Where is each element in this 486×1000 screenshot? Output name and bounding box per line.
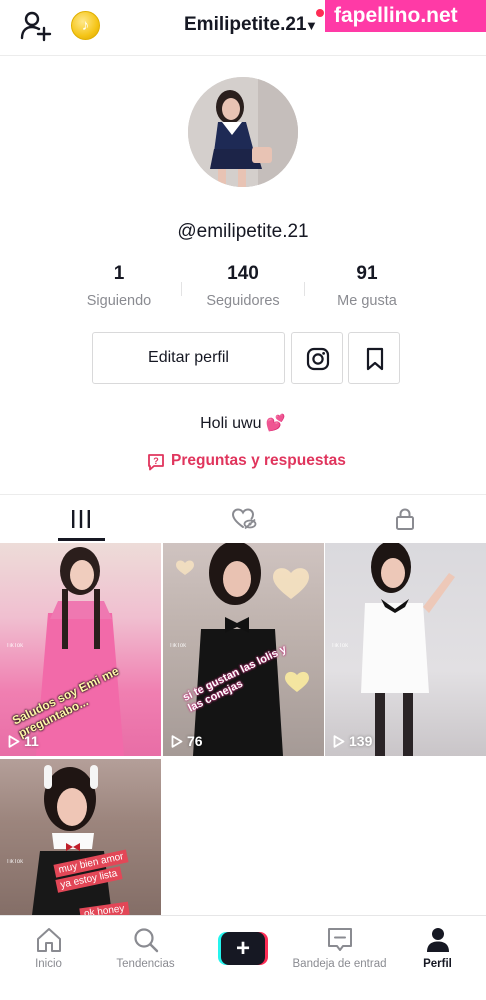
view-count-value: 76 (187, 733, 203, 749)
top-bar: ♪ Emilipetite.21 ▼ fapellino.net (0, 0, 486, 56)
videos-grid-icon (72, 510, 90, 528)
bottom-navigation: Inicio Tendencias + Bandeja de entrad Pe… (0, 915, 486, 1000)
view-count: 11 (8, 733, 39, 749)
stat-likes-value: 91 (356, 263, 378, 284)
view-count: 139 (333, 733, 372, 749)
lock-icon (396, 508, 414, 530)
divider (0, 494, 486, 495)
edit-profile-button[interactable]: Editar perfil (92, 332, 285, 384)
stat-followers-value: 140 (227, 263, 259, 284)
play-icon (8, 735, 20, 748)
favorites-button[interactable] (348, 332, 400, 384)
create-button[interactable]: + (218, 932, 268, 965)
tab-videos[interactable] (0, 496, 162, 542)
watermark-text: fapellino.net (334, 4, 458, 27)
nav-inbox[interactable]: Bandeja de entrad (291, 926, 388, 970)
video-frame (32, 765, 112, 915)
nav-profile[interactable]: Perfil (389, 926, 486, 970)
tab-active-indicator (58, 538, 105, 541)
stat-followers-label: Seguidores (206, 293, 280, 309)
nav-inbox-label: Bandeja de entrad (292, 958, 387, 970)
coin-glyph: ♪ (81, 17, 90, 34)
profile-handle: @emilipetite.21 (177, 221, 309, 242)
tab-private[interactable] (324, 496, 486, 542)
view-count-value: 139 (349, 733, 373, 749)
tab-liked[interactable] (162, 496, 324, 542)
video-thumbnail[interactable]: muy bien amor ya estoy lista ok honey Ti… (0, 759, 161, 915)
tiktok-watermark: TikTok (169, 643, 187, 649)
nav-home-label: Inicio (35, 958, 62, 970)
video-thumbnail[interactable]: TikTok 139 (325, 543, 486, 756)
stat-following-label: Siguiendo (86, 293, 152, 309)
avatar-photo (188, 77, 298, 187)
nav-discover-label: Tendencias (116, 958, 175, 970)
nav-profile-label: Perfil (423, 958, 452, 970)
coins-icon[interactable]: ♪ (71, 11, 100, 40)
instagram-button[interactable] (291, 332, 343, 384)
play-icon (333, 735, 345, 748)
home-icon (36, 928, 61, 952)
notification-dot (316, 9, 324, 17)
tiktok-watermark: TikTok (6, 643, 24, 649)
stat-likes[interactable]: 91 Me gusta (297, 263, 437, 309)
site-watermark: fapellino.net (325, 0, 486, 32)
add-user-icon[interactable] (20, 10, 52, 42)
nav-home[interactable]: Inicio (0, 926, 97, 970)
bookmark-icon (366, 347, 384, 371)
profile-icon (426, 928, 449, 952)
account-switcher-username[interactable]: Emilipetite.21 (184, 14, 307, 36)
view-count: 76 (171, 733, 203, 749)
qa-icon: ? (148, 454, 164, 471)
instagram-icon (306, 347, 330, 371)
video-thumbnail[interactable]: TikTok si te gustan las lolis y las cone… (163, 543, 324, 756)
divider (0, 55, 486, 56)
video-thumbnail[interactable]: TikTok Saludos soy Emi me preguntabo... … (0, 543, 161, 756)
avatar[interactable] (188, 77, 298, 187)
video-frame (361, 543, 455, 756)
stat-likes-label: Me gusta (337, 293, 397, 309)
search-icon (133, 928, 158, 953)
chevron-down-icon[interactable]: ▼ (305, 18, 318, 33)
hidden-heart-icon (231, 508, 257, 530)
stat-followers[interactable]: 140 Seguidores (173, 263, 313, 309)
stat-following-value: 1 (113, 263, 125, 284)
stat-following[interactable]: 1 Siguiendo (49, 263, 189, 309)
profile-bio: Holi uwu 💕 (200, 415, 286, 432)
svg-text:?: ? (153, 456, 159, 466)
create-plus-icon: + (221, 932, 265, 965)
view-count-value: 11 (24, 733, 39, 749)
nav-discover[interactable]: Tendencias (97, 926, 194, 970)
qa-link-label: Preguntas y respuestas (171, 452, 346, 469)
play-icon (171, 735, 183, 748)
tiktok-watermark: TikTok (6, 859, 24, 865)
tiktok-watermark: TikTok (331, 643, 349, 649)
inbox-icon (327, 928, 352, 951)
